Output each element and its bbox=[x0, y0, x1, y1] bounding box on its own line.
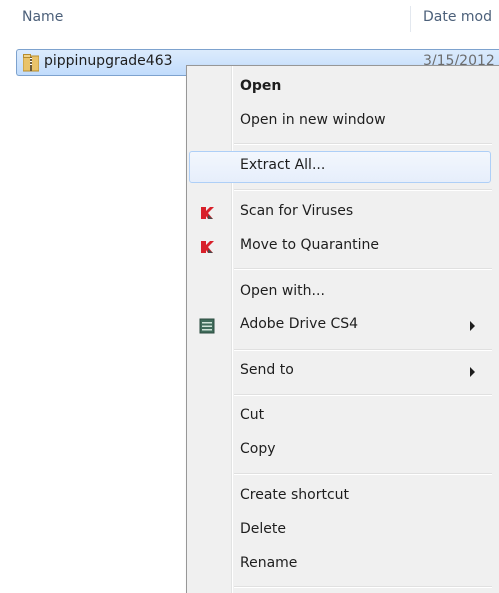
chevron-right-icon bbox=[470, 321, 475, 331]
menu-item-label: Adobe Drive CS4 bbox=[240, 316, 359, 332]
adobe-drive-icon bbox=[199, 318, 215, 334]
menu-item-label: Create shortcut bbox=[240, 487, 350, 503]
menu-item-extract-all[interactable]: Extract All... bbox=[189, 151, 491, 183]
menu-item-open-with[interactable]: Open with... bbox=[189, 277, 491, 309]
menu-item-label: Open with... bbox=[240, 283, 325, 299]
menu-separator bbox=[234, 143, 492, 145]
menu-item-move-quarantine[interactable]: Move to Quarantine bbox=[189, 231, 491, 263]
context-menu: Open Open in new window Extract All... S… bbox=[186, 65, 499, 593]
menu-item-adobe-drive[interactable]: Adobe Drive CS4 bbox=[189, 310, 491, 342]
kaspersky-icon bbox=[201, 207, 214, 219]
file-name[interactable]: pippinupgrade463 bbox=[44, 53, 173, 69]
column-separator[interactable] bbox=[410, 6, 411, 32]
menu-item-label: Copy bbox=[240, 441, 276, 457]
menu-item-cut[interactable]: Cut bbox=[189, 401, 491, 433]
menu-separator bbox=[234, 349, 492, 351]
menu-item-rename[interactable]: Rename bbox=[189, 549, 491, 581]
menu-item-delete[interactable]: Delete bbox=[189, 515, 491, 547]
column-name-header[interactable]: Name bbox=[22, 9, 63, 25]
menu-item-label: Open in new window bbox=[240, 112, 386, 128]
menu-item-label: Delete bbox=[240, 521, 286, 537]
chevron-right-icon bbox=[470, 367, 475, 377]
menu-item-label: Scan for Viruses bbox=[240, 203, 354, 219]
menu-item-create-shortcut[interactable]: Create shortcut bbox=[189, 481, 491, 513]
menu-separator bbox=[234, 586, 492, 588]
menu-item-label: Cut bbox=[240, 407, 265, 423]
menu-item-label: Send to bbox=[240, 362, 294, 378]
menu-separator bbox=[234, 268, 492, 270]
menu-item-label: Rename bbox=[240, 555, 298, 571]
zip-folder-icon bbox=[23, 54, 39, 72]
kaspersky-icon bbox=[201, 241, 214, 253]
menu-item-scan-viruses[interactable]: Scan for Viruses bbox=[189, 197, 491, 229]
menu-item-label: Extract All... bbox=[240, 157, 326, 173]
menu-item-open[interactable]: Open bbox=[189, 72, 491, 104]
menu-separator bbox=[234, 189, 492, 191]
menu-item-send-to[interactable]: Send to bbox=[189, 356, 491, 388]
menu-separator bbox=[234, 394, 492, 396]
column-date-header[interactable]: Date mod bbox=[423, 9, 492, 25]
column-header: Name Date mod bbox=[0, 0, 499, 40]
menu-item-copy[interactable]: Copy bbox=[189, 435, 491, 467]
menu-item-label: Move to Quarantine bbox=[240, 237, 380, 253]
menu-item-open-new-window[interactable]: Open in new window bbox=[189, 106, 491, 138]
menu-item-label: Open bbox=[240, 78, 282, 94]
menu-separator bbox=[234, 473, 492, 475]
